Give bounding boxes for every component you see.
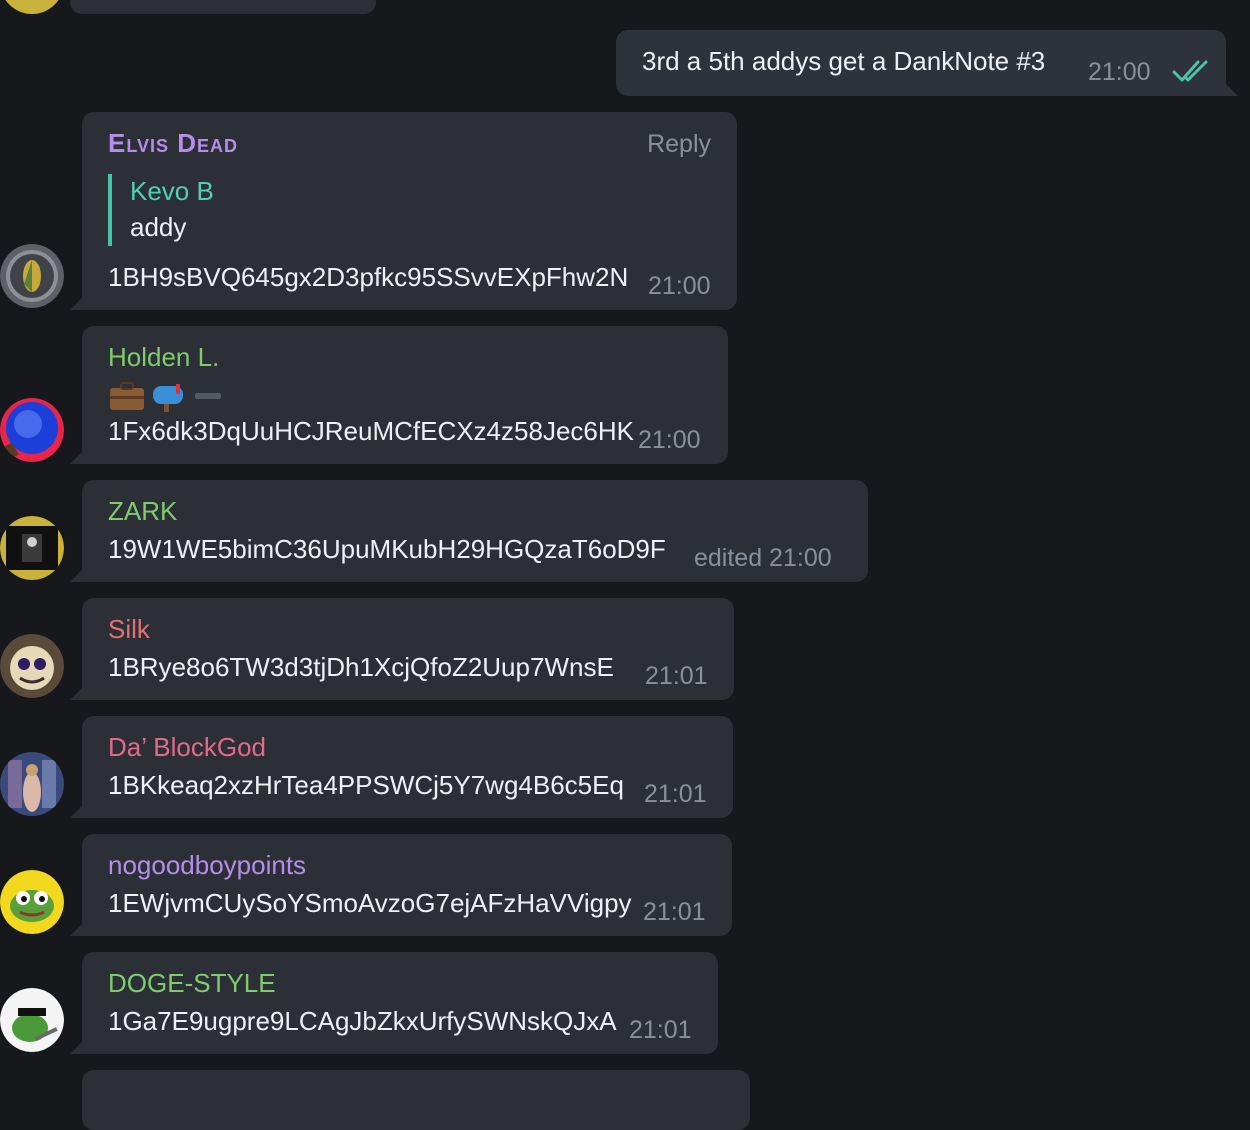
message-text: 1BRye8o6TW3d3tjDh1XcjQfoZ2Uup7WnsE [108, 652, 614, 682]
message-text: 1BH9sBVQ645gx2D3pfkc95SSvvEXpFhw2N [108, 262, 629, 292]
message-text: 1BKkeaq2xzHrTea4PPSWCj5Y7wg4B6c5Eq [108, 770, 624, 800]
avatar-da-blockgod[interactable] [0, 752, 64, 816]
briefcase-icon [110, 382, 144, 410]
avatar-silk[interactable] [0, 634, 64, 698]
message-text: 1Fx6dk3DqUuHCJReuMCfECXz4z58Jec6HK [108, 416, 634, 446]
message-bubble[interactable]: Holden L. 1Fx6dk3DqUuHCJReuMCfECXz4z58Je… [70, 326, 728, 464]
double-check-icon [1172, 58, 1212, 89]
message-time: edited 21:00 [694, 544, 832, 572]
message-time: 21:01 [645, 662, 708, 690]
avatar-holden-l[interactable] [0, 398, 64, 462]
sender-name[interactable]: DOGE-STYLE [108, 968, 276, 999]
message-bubble[interactable]: Silk 1BRye8o6TW3d3tjDh1XcjQfoZ2Uup7WnsE … [70, 598, 734, 700]
sender-name[interactable]: Silk [108, 614, 150, 645]
avatar-nogoodboypoints[interactable] [0, 870, 64, 934]
message-text: 19W1WE5bimC36UpuMKubH29HGQzaT6oD9F [108, 534, 666, 564]
quote-sender: Kevo B [130, 176, 214, 206]
message-bubble-partial-top[interactable] [70, 0, 376, 14]
message-bubble[interactable]: ZARK 19W1WE5bimC36UpuMKubH29HGQzaT6oD9F … [70, 480, 868, 582]
quote-text: addy [130, 212, 187, 242]
message-text: 1Ga7E9ugpre9LCAgJbZkxUrfySWNskQJxA [108, 1006, 617, 1036]
message-bubble[interactable]: Elvis Dead Reply Kevo B addy 1BH9sBVQ645… [70, 112, 737, 310]
avatar-zark[interactable] [0, 516, 64, 580]
outgoing-message-bubble[interactable]: 3rd a 5th addys get a DankNote #3 21:00 [616, 30, 1238, 96]
message-time: 21:01 [644, 780, 707, 808]
reply-quote[interactable]: Kevo B addy [108, 174, 214, 246]
sender-name[interactable]: nogoodboypoints [108, 850, 306, 881]
message-time: 21:00 [1088, 58, 1151, 86]
message-time: 21:01 [629, 1016, 692, 1044]
message-bubble-partial-bottom[interactable] [82, 1070, 750, 1130]
message-bubble[interactable]: Da’ BlockGod 1BKkeaq2xzHrTea4PPSWCj5Y7wg… [70, 716, 733, 818]
sender-name[interactable]: Da’ BlockGod [108, 732, 266, 763]
reply-button[interactable]: Reply [647, 130, 711, 159]
message-bubble[interactable]: nogoodboypoints 1EWjvmCUySoYSmoAvzoG7ejA… [70, 834, 732, 936]
message-time: 21:00 [638, 426, 701, 454]
message-time: 21:01 [643, 898, 706, 926]
message-bubble[interactable]: DOGE-STYLE 1Ga7E9ugpre9LCAgJbZkxUrfySWNs… [70, 952, 718, 1054]
sender-name[interactable]: Elvis Dead [108, 128, 238, 159]
message-text: 3rd a 5th addys get a DankNote #3 [642, 46, 1046, 76]
minus-icon [195, 393, 221, 399]
sender-name[interactable]: ZARK [108, 496, 177, 527]
message-text: 1EWjvmCUySoYSmoAvzoG7ejAFzHaVVigpy [108, 888, 632, 918]
sender-name[interactable]: Holden L. [108, 342, 219, 373]
avatar-elvis-dead[interactable] [0, 244, 64, 308]
message-time: 21:00 [648, 272, 711, 300]
avatar-doge-style[interactable] [0, 988, 64, 1052]
avatar-partial-top[interactable] [0, 0, 64, 14]
mailbox-icon [153, 384, 183, 412]
